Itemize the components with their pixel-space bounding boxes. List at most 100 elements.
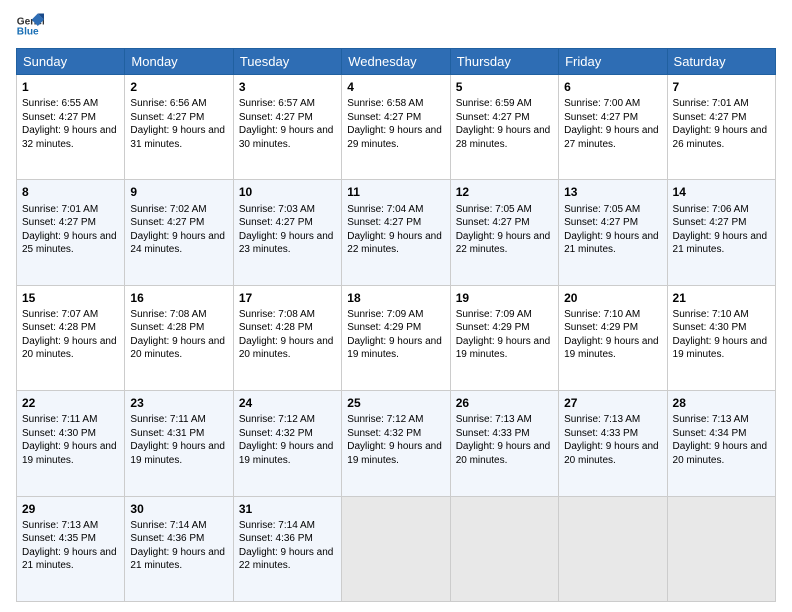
calendar-cell: 14Sunrise: 7:06 AMSunset: 4:27 PMDayligh… <box>667 180 775 285</box>
sunrise-text: Sunrise: 7:11 AM <box>22 413 119 427</box>
day-number: 30 <box>130 501 227 517</box>
calendar-cell <box>342 496 450 601</box>
sunset-text: Sunset: 4:27 PM <box>239 216 336 230</box>
daylight-text: Daylight: 9 hours and 19 minutes. <box>456 335 553 362</box>
daylight-text: Daylight: 9 hours and 19 minutes. <box>673 335 770 362</box>
sunset-text: Sunset: 4:32 PM <box>239 427 336 441</box>
logo-icon: General Blue <box>16 12 44 40</box>
daylight-text: Daylight: 9 hours and 22 minutes. <box>347 230 444 257</box>
sunset-text: Sunset: 4:35 PM <box>22 532 119 546</box>
weekday-header: Friday <box>559 49 667 75</box>
calendar-cell <box>667 496 775 601</box>
sunset-text: Sunset: 4:27 PM <box>456 111 553 125</box>
sunset-text: Sunset: 4:27 PM <box>564 216 661 230</box>
sunrise-text: Sunrise: 6:56 AM <box>130 97 227 111</box>
weekday-header: Monday <box>125 49 233 75</box>
daylight-text: Daylight: 9 hours and 21 minutes. <box>564 230 661 257</box>
sunset-text: Sunset: 4:27 PM <box>22 216 119 230</box>
calendar-cell: 1Sunrise: 6:55 AMSunset: 4:27 PMDaylight… <box>17 75 125 180</box>
daylight-text: Daylight: 9 hours and 19 minutes. <box>239 440 336 467</box>
calendar-cell: 19 Sunrise: 7:09 AMSunset: 4:29 PMDayligh… <box>450 285 558 390</box>
header: General Blue <box>16 12 776 40</box>
day-number: 24 <box>239 395 336 411</box>
sunset-text: Sunset: 4:27 PM <box>564 111 661 125</box>
calendar-cell: 5Sunrise: 6:59 AMSunset: 4:27 PMDaylight… <box>450 75 558 180</box>
sunset-text: Sunset: 4:31 PM <box>130 427 227 441</box>
sunset-text: Sunset: 4:27 PM <box>673 111 770 125</box>
day-number: 5 <box>456 79 553 95</box>
sunset-text: Sunset: 4:27 PM <box>130 111 227 125</box>
daylight-text: Daylight: 9 hours and 22 minutes. <box>456 230 553 257</box>
day-number: 11 <box>347 184 444 200</box>
daylight-text: Daylight: 9 hours and 27 minutes. <box>564 124 661 151</box>
calendar-cell: 23Sunrise: 7:11 AMSunset: 4:31 PMDayligh… <box>125 391 233 496</box>
daylight-text: Daylight: 9 hours and 20 minutes. <box>22 335 119 362</box>
sunset-text: Sunset: 4:29 PM <box>564 321 661 335</box>
day-number: 27 <box>564 395 661 411</box>
day-number: 9 <box>130 184 227 200</box>
page: General Blue SundayMondayTuesdayWednesda… <box>0 0 792 612</box>
calendar-cell: 6Sunrise: 7:00 AMSunset: 4:27 PMDaylight… <box>559 75 667 180</box>
daylight-text: Daylight: 9 hours and 30 minutes. <box>239 124 336 151</box>
calendar-cell: 25Sunrise: 7:12 AMSunset: 4:32 PMDayligh… <box>342 391 450 496</box>
sunrise-text: Sunrise: 6:57 AM <box>239 97 336 111</box>
calendar-cell: 4Sunrise: 6:58 AMSunset: 4:27 PMDaylight… <box>342 75 450 180</box>
sunset-text: Sunset: 4:29 PM <box>456 321 553 335</box>
daylight-text: Daylight: 9 hours and 31 minutes. <box>130 124 227 151</box>
day-number: 12 <box>456 184 553 200</box>
calendar-cell: 2Sunrise: 6:56 AMSunset: 4:27 PMDaylight… <box>125 75 233 180</box>
calendar-cell: 13Sunrise: 7:05 AMSunset: 4:27 PMDayligh… <box>559 180 667 285</box>
sunrise-text: Sunrise: 7:10 AM <box>673 308 770 322</box>
calendar-cell <box>559 496 667 601</box>
calendar-cell: 31Sunrise: 7:14 AMSunset: 4:36 PMDayligh… <box>233 496 341 601</box>
sunset-text: Sunset: 4:30 PM <box>22 427 119 441</box>
day-number: 16 <box>130 290 227 306</box>
sunset-text: Sunset: 4:27 PM <box>347 216 444 230</box>
calendar-cell: 16Sunrise: 7:08 AMSunset: 4:28 PMDayligh… <box>125 285 233 390</box>
sunset-text: Sunset: 4:30 PM <box>673 321 770 335</box>
weekday-header: Sunday <box>17 49 125 75</box>
day-number: 28 <box>673 395 770 411</box>
calendar-cell: 8Sunrise: 7:01 AMSunset: 4:27 PMDaylight… <box>17 180 125 285</box>
sunset-text: Sunset: 4:29 PM <box>347 321 444 335</box>
calendar-cell: 30Sunrise: 7:14 AMSunset: 4:36 PMDayligh… <box>125 496 233 601</box>
calendar-cell: 9Sunrise: 7:02 AMSunset: 4:27 PMDaylight… <box>125 180 233 285</box>
calendar-cell: 24Sunrise: 7:12 AMSunset: 4:32 PMDayligh… <box>233 391 341 496</box>
day-number: 31 <box>239 501 336 517</box>
day-number: 4 <box>347 79 444 95</box>
sunset-text: Sunset: 4:33 PM <box>564 427 661 441</box>
daylight-text: Daylight: 9 hours and 19 minutes. <box>347 440 444 467</box>
day-number: 18 <box>347 290 444 306</box>
sunrise-text: Sunrise: 7:14 AM <box>239 519 336 533</box>
calendar-cell: 7Sunrise: 7:01 AMSunset: 4:27 PMDaylight… <box>667 75 775 180</box>
calendar-cell: 21Sunrise: 7:10 AMSunset: 4:30 PMDayligh… <box>667 285 775 390</box>
weekday-header: Saturday <box>667 49 775 75</box>
daylight-text: Daylight: 9 hours and 21 minutes. <box>130 546 227 573</box>
sunrise-text: Sunrise: 7:05 AM <box>564 203 661 217</box>
day-number: 8 <box>22 184 119 200</box>
calendar-cell: 18Sunrise: 7:09 AMSunset: 4:29 PMDayligh… <box>342 285 450 390</box>
sunrise-text: Sunrise: 7:03 AM <box>239 203 336 217</box>
sunrise-text: Sunrise: 7:02 AM <box>130 203 227 217</box>
sunrise-text: Sunrise: 7:01 AM <box>673 97 770 111</box>
day-number: 19 <box>456 290 553 306</box>
sunrise-text: Sunrise: 7:09 AM <box>456 308 553 322</box>
sunrise-text: Sunrise: 7:06 AM <box>673 203 770 217</box>
sunrise-text: Sunrise: 7:04 AM <box>347 203 444 217</box>
calendar-cell: 11 Sunrise: 7:04 AMSunset: 4:27 PMDayligh… <box>342 180 450 285</box>
sunset-text: Sunset: 4:27 PM <box>347 111 444 125</box>
daylight-text: Daylight: 9 hours and 19 minutes. <box>22 440 119 467</box>
daylight-text: Daylight: 9 hours and 20 minutes. <box>239 335 336 362</box>
weekday-header: Tuesday <box>233 49 341 75</box>
calendar-cell: 26Sunrise: 7:13 AMSunset: 4:33 PMDayligh… <box>450 391 558 496</box>
daylight-text: Daylight: 9 hours and 29 minutes. <box>347 124 444 151</box>
calendar-cell: 3Sunrise: 6:57 AMSunset: 4:27 PMDaylight… <box>233 75 341 180</box>
day-number: 26 <box>456 395 553 411</box>
calendar-cell: 10Sunrise: 7:03 AMSunset: 4:27 PMDayligh… <box>233 180 341 285</box>
logo: General Blue <box>16 12 44 40</box>
daylight-text: Daylight: 9 hours and 20 minutes. <box>130 335 227 362</box>
daylight-text: Daylight: 9 hours and 20 minutes. <box>564 440 661 467</box>
daylight-text: Daylight: 9 hours and 19 minutes. <box>130 440 227 467</box>
day-number: 20 <box>564 290 661 306</box>
daylight-text: Daylight: 9 hours and 25 minutes. <box>22 230 119 257</box>
